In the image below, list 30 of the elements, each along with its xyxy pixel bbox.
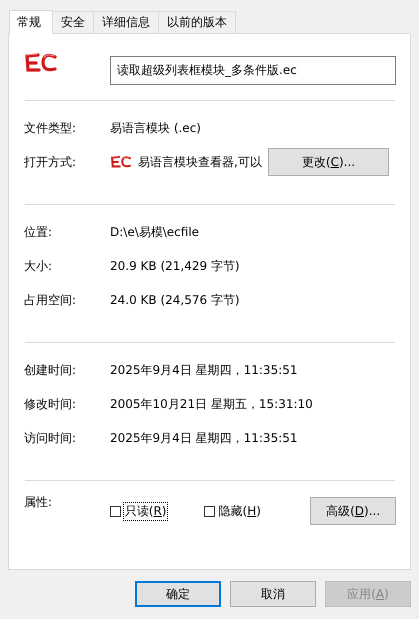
field-label: 属性: [24,494,54,511]
checkbox[interactable] [110,506,121,516]
field-label: 位置: [24,224,54,240]
field-label: 打开方式: [24,154,78,170]
file-name-field[interactable]: 读取超级列表框模块_多条件版.ec [110,56,396,84]
checkbox-label[interactable]: 隐藏(H) [216,502,263,520]
field-label: 文件类型: [24,120,78,136]
app-name: 易语言模块查看器,可以 [138,154,262,170]
tab[interactable]: 常规 [9,10,53,34]
field-value: 24.0 KB (24,576 字节) [110,292,240,308]
field-value: 2005年10月21日 星期五，15:31:10 [110,396,313,412]
field-label: 修改时间: [24,396,78,412]
tab[interactable]: 以前的版本 [158,11,236,33]
field-value: 易语言模块 (.ec) [110,120,201,136]
field-label: 创建时间: [24,362,78,378]
field-value: 2025年9月4日 星期四，11:35:51 [110,362,298,378]
field-label: 访问时间: [24,430,78,446]
field-value: 2025年9月4日 星期四，11:35:51 [110,430,298,446]
dialog-button[interactable]: 确定 [135,581,221,607]
field-label: 占用空间: [24,292,78,308]
logo-icon [110,155,132,169]
advanced-button[interactable]: 高级(D)... [310,497,396,525]
dialog-button[interactable]: 取消 [230,581,316,607]
logo-icon [24,52,58,74]
field-value: 20.9 KB (21,429 字节) [110,258,240,274]
field-label: 大小: [24,258,54,274]
checkbox-label[interactable]: 只读(R) [122,502,168,520]
field-value: D:\e\易模\ecfile [110,224,200,240]
checkbox[interactable] [204,506,214,516]
change-button[interactable]: 更改(C)... [268,148,389,176]
